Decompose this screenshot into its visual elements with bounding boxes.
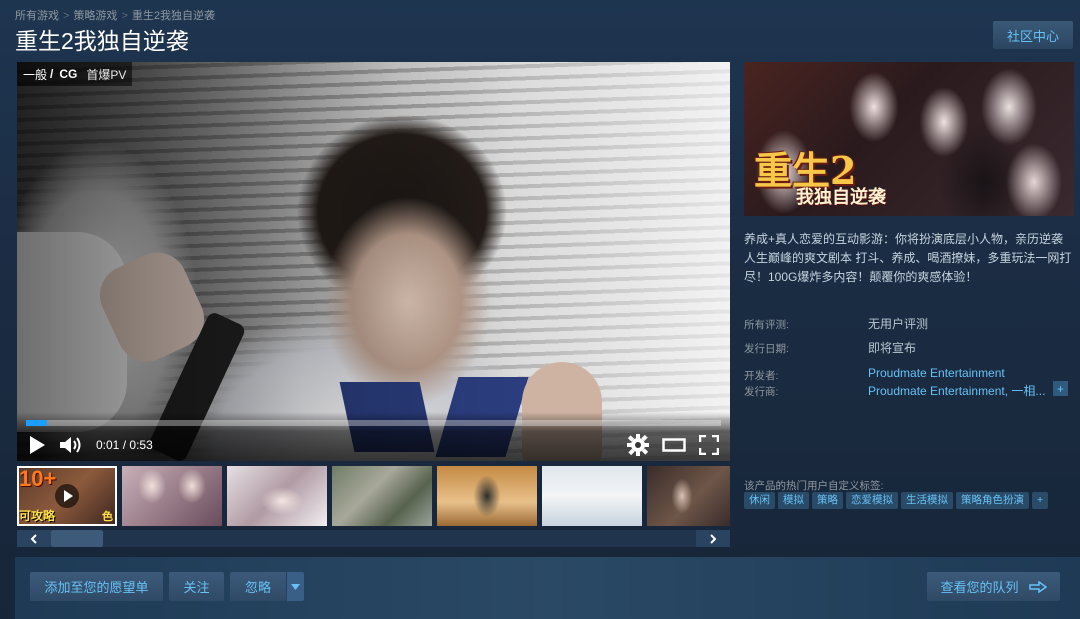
add-tag-button[interactable]: + xyxy=(1032,492,1049,509)
gear-icon xyxy=(627,434,649,456)
thumbnail-screenshot[interactable] xyxy=(122,466,222,526)
play-icon xyxy=(55,484,79,508)
page-title: 重生2我独自逆袭 xyxy=(15,28,189,54)
popular-tags: 休闲 模拟 策略 恋爱模拟 生活模拟 策略角色扮演 + xyxy=(744,492,1049,510)
thumbnail-screenshot[interactable] xyxy=(437,466,537,526)
game-description: 养成+真人恋爱的互动影游：你将扮演底层小人物，亲历逆袭人生巅峰的爽文剧本 打斗、… xyxy=(744,232,1072,284)
breadcrumb: 所有游戏 > 策略游戏 > 重生2我独自逆袭 xyxy=(15,7,215,23)
view-queue-label: 查看您的队列 xyxy=(940,580,1019,595)
show-more-publishers-button[interactable]: + xyxy=(1053,381,1068,396)
video-name: 首爆PV xyxy=(86,67,127,82)
duration: 0:53 xyxy=(129,438,153,452)
play-icon xyxy=(30,436,45,454)
chevron-right-icon xyxy=(710,533,717,544)
game-capsule-image: 重生2 我独自逆袭 xyxy=(744,62,1074,216)
add-to-wishlist-button[interactable]: 添加至您的愿望单 xyxy=(30,572,163,601)
breadcrumb-separator: > xyxy=(63,10,70,22)
video-player[interactable] xyxy=(17,62,730,461)
media-thumbnail-strip: 10+ 可攻略 色 xyxy=(17,466,730,527)
chevron-left-icon xyxy=(30,533,37,544)
tag-simulation[interactable]: 模拟 xyxy=(778,492,809,509)
thumbnail-overlay-caption: 可攻略 xyxy=(19,509,56,523)
ignore-button[interactable]: 忽略 xyxy=(230,572,286,601)
breadcrumb-separator: > xyxy=(121,10,128,22)
thumbnail-screenshot[interactable] xyxy=(332,466,432,526)
view-queue-button[interactable]: 查看您的队列 xyxy=(927,572,1060,601)
thumbnail-scrollbar xyxy=(17,530,730,547)
theater-mode-button[interactable] xyxy=(662,436,686,454)
capsule-subtitle: 我独自逆袭 xyxy=(796,187,886,208)
tag-dating-sim[interactable]: 恋爱模拟 xyxy=(846,492,898,509)
scroll-left-button[interactable] xyxy=(17,530,51,547)
settings-button[interactable] xyxy=(627,434,649,456)
tag-strategy[interactable]: 策略 xyxy=(812,492,843,509)
video-shade xyxy=(17,62,730,461)
publisher-link[interactable]: Proudmate Entertainment, 一相... xyxy=(868,382,1045,399)
developer-label: 开发者: xyxy=(744,370,779,382)
breadcrumb-all-games[interactable]: 所有游戏 xyxy=(15,10,59,22)
progress-bar[interactable] xyxy=(26,420,721,426)
thumbnail-overlay-caption: 色 xyxy=(102,511,113,523)
current-time: 0:01 xyxy=(96,438,120,452)
tag-casual[interactable]: 休闲 xyxy=(744,492,775,509)
chevron-down-icon xyxy=(291,583,300,590)
progress-fill xyxy=(26,420,47,426)
thumbnail-video[interactable]: 10+ 可攻略 色 xyxy=(17,466,117,526)
thumbnail-screenshot[interactable] xyxy=(647,466,730,526)
time-display: 0:01 / 0:53 xyxy=(96,438,153,452)
breadcrumb-current-game[interactable]: 重生2我独自逆袭 xyxy=(132,10,215,22)
volume-icon xyxy=(60,437,81,453)
scrollbar-track[interactable] xyxy=(103,530,696,547)
tag-life-sim[interactable]: 生活模拟 xyxy=(901,492,953,509)
time-separator: / xyxy=(122,438,127,452)
tag-strategy-rpg[interactable]: 策略角色扮演 xyxy=(956,492,1029,509)
scrollbar-handle[interactable] xyxy=(51,530,103,547)
follow-button[interactable]: 关注 xyxy=(169,572,224,601)
fullscreen-button[interactable] xyxy=(698,434,720,456)
popular-tags-label: 该产品的热门用户自定义标签: xyxy=(744,480,884,492)
scroll-right-button[interactable] xyxy=(696,530,730,547)
release-date-value: 即将宣布 xyxy=(868,341,917,355)
fullscreen-icon xyxy=(698,434,720,456)
play-button[interactable] xyxy=(27,435,47,455)
community-hub-button[interactable]: 社区中心 xyxy=(993,21,1073,49)
developer-link[interactable]: Proudmate Entertainment xyxy=(868,366,1005,380)
theater-icon xyxy=(662,438,686,452)
breadcrumb-strategy[interactable]: 策略游戏 xyxy=(73,10,117,22)
video-category-label: 一般 / CG 首爆PV xyxy=(17,62,133,86)
reviews-value: 无用户评测 xyxy=(868,317,929,331)
player-controls: 0:01 / 0:53 xyxy=(17,412,730,461)
thumbnail-screenshot[interactable] xyxy=(542,466,642,526)
arrow-right-icon xyxy=(1028,580,1047,593)
release-date-label: 发行日期: xyxy=(744,343,789,355)
thumbnail-overlay-count: 10+ xyxy=(19,466,57,491)
category-separator: / xyxy=(50,67,54,81)
category-prefix: 一般 xyxy=(23,67,48,82)
publisher-label: 发行商: xyxy=(744,386,779,398)
volume-button[interactable] xyxy=(59,435,85,455)
reviews-label: 所有评测: xyxy=(744,319,789,331)
ignore-dropdown-button[interactable] xyxy=(287,572,304,601)
thumbnail-screenshot[interactable] xyxy=(227,466,327,526)
category-name: CG xyxy=(59,67,78,81)
